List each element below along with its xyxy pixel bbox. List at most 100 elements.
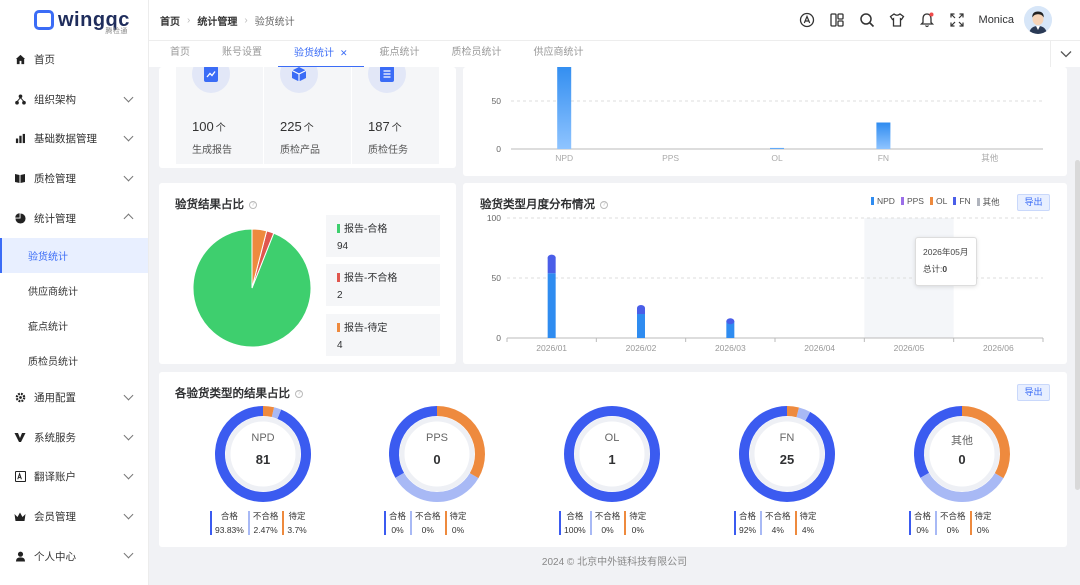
tab-dropdown[interactable] <box>1050 41 1080 67</box>
bar-cap <box>547 254 556 261</box>
tab-inspector-stats[interactable]: 质检员统计 <box>436 41 518 67</box>
donut-NPD: NPD 81 合格 93.83% 不合格 2.47% 待定 3.7% <box>210 404 313 535</box>
donut-type-label: FN <box>779 432 795 444</box>
logo[interactable]: wingqc 腾检通 <box>0 0 148 40</box>
sidebar-item-profile[interactable]: 个人中心 <box>0 536 148 576</box>
sidebar-subitem-inspection-stats[interactable]: 验货统计 <box>0 237 148 273</box>
scrollbar[interactable] <box>1075 160 1080 490</box>
user-icon <box>14 550 26 562</box>
help-icon[interactable]: ? <box>249 200 257 209</box>
pie-icon <box>14 212 26 224</box>
translate-icon[interactable] <box>799 12 815 28</box>
stat-unit: 个 <box>391 123 402 134</box>
x-tick-label: 其他 <box>981 153 999 163</box>
donut-legend-item: 待定 3.7% <box>282 509 307 537</box>
user-name[interactable]: Monica <box>979 14 1014 26</box>
help-icon[interactable]: ? <box>295 389 303 398</box>
bar-cap <box>637 305 645 311</box>
sidebar-item-label: 组织架构 <box>34 93 76 106</box>
donut-legend-item: 合格 93.83% <box>210 509 244 537</box>
chevron-down-icon <box>1060 51 1071 58</box>
legend-marker <box>589 511 592 535</box>
tshirt-icon[interactable] <box>889 12 905 28</box>
sidebar-subitem-defect-stats[interactable]: 疵点统计 <box>0 308 148 343</box>
donut-segment <box>262 406 275 418</box>
legend-label: 不合格 <box>594 511 621 521</box>
chevron-down-icon <box>123 548 134 559</box>
result-ratio-card: 验货结果占比? 报告-合格 94 报告-不合格 2 报告-待定 4 <box>159 183 456 364</box>
sidebar-subitem-supplier-stats[interactable]: 供应商统计 <box>0 273 148 308</box>
x-tick-label: 2026/01 <box>536 343 567 353</box>
donut-total-value: 0 <box>958 452 966 467</box>
sidebar-item-label: 首页 <box>34 54 55 67</box>
sidebar-item-home[interactable]: 首页 <box>0 40 148 80</box>
close-icon[interactable]: ✕ <box>340 48 348 58</box>
tooltip-value: 0 <box>942 264 948 274</box>
legend-marker <box>210 511 212 535</box>
avatar[interactable] <box>1024 6 1052 34</box>
sidebar-item-label: 会员管理 <box>34 511 76 524</box>
tooltip: 2026年05月 总计:0 <box>915 237 977 286</box>
tab-home[interactable]: 首页 <box>149 41 206 67</box>
crown-icon <box>14 511 26 523</box>
translate-icon <box>14 471 26 483</box>
legend-marker <box>282 511 285 535</box>
legend-label: 合格 <box>914 511 932 521</box>
sidebar-item-basedata[interactable]: 基础数据管理 <box>0 119 148 159</box>
legend-marker <box>794 511 797 535</box>
legend-value: 4% <box>801 525 815 535</box>
donut-legend: 合格 100% 不合格 0% 待定 0% <box>559 509 650 537</box>
result-ratio-title: 验货结果占比? <box>175 196 257 212</box>
donut-total-value: 1 <box>608 452 616 467</box>
sidebar-item-translate[interactable]: 翻译账户 <box>0 457 148 497</box>
stat-label: 质检产品 <box>280 145 320 156</box>
tab-defect-stats[interactable]: 疵点统计 <box>364 41 436 67</box>
breadcrumb-stats[interactable]: 统计管理 <box>197 13 237 28</box>
sidebar-item-config[interactable]: 通用配置 <box>0 378 148 418</box>
legend-value: 0% <box>421 525 434 535</box>
gear-icon <box>14 392 26 404</box>
result-pie-chart <box>192 228 312 348</box>
fullscreen-icon[interactable] <box>949 12 965 28</box>
legend-label: 报告-待定 <box>344 323 388 334</box>
legend-marker <box>935 511 938 535</box>
stat-label: 质检任务 <box>368 145 408 156</box>
search-icon[interactable] <box>859 12 875 28</box>
tab-account-settings[interactable]: 账号设置 <box>206 41 278 67</box>
tab-inspection-stats[interactable]: 验货统计 ✕ <box>278 41 364 67</box>
legend-marker <box>624 511 627 535</box>
stat-unit: 个 <box>303 123 314 134</box>
donut-legend-item: 合格 0% <box>384 509 406 537</box>
breadcrumb-home[interactable]: 首页 <box>160 13 180 28</box>
legend-value: 0% <box>976 525 990 535</box>
donut-PPS: PPS 0 合格 0% 不合格 0% 待定 0% <box>384 404 487 535</box>
sidebar-item-org[interactable]: 组织架构 <box>0 80 148 120</box>
sidebar-subitem-inspector-stats[interactable]: 质检员统计 <box>0 343 148 378</box>
sidebar-item-member[interactable]: 会员管理 <box>0 497 148 537</box>
donut-legend: 合格 0% 不合格 0% 待定 0% <box>909 509 996 537</box>
footer: 2024 © 北京中外链科技有限公司 <box>541 557 688 568</box>
donut-legend-item: 不合格 0% <box>589 509 621 537</box>
legend-value: 0% <box>631 525 644 535</box>
tab-label: 验货统计 <box>294 48 334 59</box>
top-right-toolbar: Monica <box>785 6 1052 34</box>
sidebar-item-stats[interactable]: 统计管理 <box>0 198 148 238</box>
sidebar-item-service[interactable]: 系统服务 <box>0 418 148 458</box>
donut-legend: 合格 92% 不合格 4% 待定 4% <box>734 509 821 537</box>
legend-value: 92% <box>739 525 757 535</box>
legend-label: 不合格 <box>940 511 966 521</box>
legend-marker <box>734 511 736 535</box>
sidebar-item-qc[interactable]: 质检管理 <box>0 159 148 199</box>
legend-marker <box>760 511 763 535</box>
legend-value: 0% <box>391 525 404 535</box>
bell-icon[interactable] <box>919 12 935 28</box>
legend-marker <box>337 224 340 233</box>
type-results-export-button[interactable]: 导出 <box>1017 384 1050 401</box>
legend-label: 不合格 <box>415 511 441 521</box>
layout-icon[interactable] <box>829 12 845 28</box>
donut-legend-item: 合格 0% <box>909 509 931 537</box>
legend-marker <box>444 511 447 535</box>
bar-segment <box>547 273 556 338</box>
tab-supplier-stats[interactable]: 供应商统计 <box>518 41 600 67</box>
breadcrumb-current: 验货统计 <box>254 16 295 28</box>
